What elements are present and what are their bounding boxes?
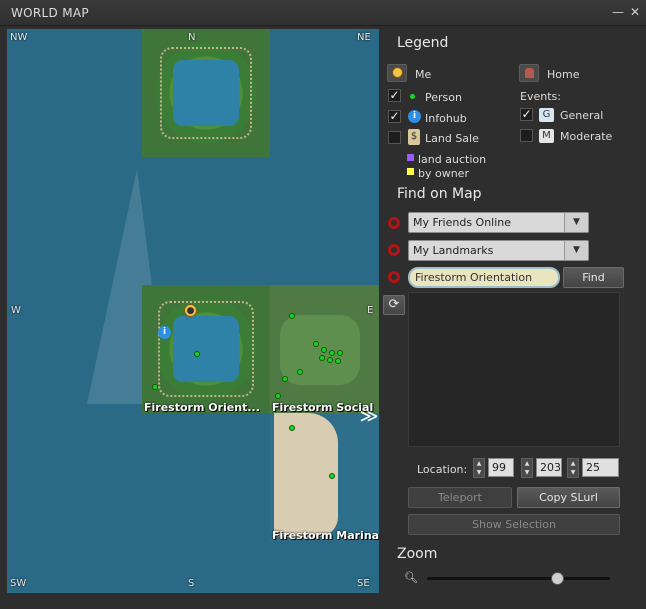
compass-w: W [11, 305, 21, 316]
copy-slurl-button[interactable]: Copy SLurl [517, 487, 620, 508]
person-dot[interactable] [337, 350, 343, 356]
person-dot-icon [410, 94, 415, 99]
friends-dropdown[interactable]: My Friends Online ▼ [408, 212, 589, 233]
person-dot[interactable] [289, 313, 295, 319]
title-bar[interactable]: WORLD MAP — ✕ [0, 0, 646, 26]
compass-ne: NE [357, 32, 371, 43]
location-label: Location: [417, 463, 468, 476]
general-event-icon: G [539, 108, 554, 122]
land-sale-checkbox[interactable] [388, 131, 401, 144]
expand-map-button[interactable]: ≫ [356, 407, 379, 429]
legend-moderate-label: Moderate [560, 130, 613, 143]
person-dot[interactable] [152, 384, 158, 390]
landmarks-dropdown-value: My Landmarks [413, 244, 494, 257]
map-region-marina[interactable] [270, 413, 379, 541]
world-map-canvas[interactable]: NW N NE W E SW S SE Firestorm Orient... … [7, 29, 379, 593]
person-dot[interactable] [282, 376, 288, 382]
find-button[interactable]: Find [563, 267, 624, 288]
home-button[interactable] [519, 64, 539, 82]
location-z-stepper[interactable]: ▲ ▼ [567, 458, 579, 478]
moderate-events-checkbox[interactable] [520, 129, 533, 142]
chevron-down-icon[interactable]: ▼ [564, 241, 588, 260]
person-dot[interactable] [275, 393, 281, 399]
friends-dropdown-value: My Friends Online [413, 216, 512, 229]
compass-se: SE [357, 578, 370, 589]
compass-n: N [188, 32, 196, 43]
side-panel: Legend Me Home ✓ Person ✓ i Infohub $ La… [382, 26, 646, 609]
legend-land-auction: land auction [418, 153, 487, 166]
zoom-in-icon: 🔍︎ [404, 571, 418, 584]
person-dot[interactable] [297, 369, 303, 375]
legend-title: Legend [397, 35, 449, 51]
infohub-marker-icon[interactable]: i [158, 326, 171, 339]
location-y-stepper[interactable]: ▲ ▼ [521, 458, 533, 478]
minimize-icon[interactable]: — [612, 6, 624, 18]
compass-s: S [188, 578, 195, 589]
person-dot[interactable] [321, 347, 327, 353]
teleport-button[interactable]: Teleport [408, 487, 512, 508]
zoom-slider-track[interactable] [427, 577, 610, 580]
chevron-down-icon[interactable]: ▼ [564, 213, 588, 232]
by-owner-swatch [407, 168, 414, 175]
person-dot[interactable] [329, 473, 335, 479]
compass-sw: SW [10, 578, 27, 589]
me-button[interactable] [387, 64, 407, 82]
trail [158, 301, 254, 397]
terrain [280, 315, 360, 385]
trail [160, 47, 252, 139]
person-dot[interactable] [335, 358, 341, 364]
window-title: WORLD MAP [11, 6, 89, 20]
location-x-field[interactable]: 99 [488, 458, 514, 477]
moderate-event-icon: M [539, 129, 554, 143]
legend-home-label: Home [547, 68, 580, 81]
events-label: Events: [520, 90, 561, 103]
zoom-slider-knob[interactable] [550, 572, 564, 585]
home-icon [525, 68, 534, 78]
person-dot[interactable] [313, 341, 319, 347]
person-dot[interactable] [289, 425, 295, 431]
search-results-list[interactable] [408, 292, 620, 447]
me-marker-icon[interactable]: ● [184, 304, 197, 317]
land-sale-icon: $ [408, 129, 420, 145]
region-label-orientation: Firestorm Orient... [144, 401, 260, 414]
person-dot[interactable] [329, 350, 335, 356]
map-region-north[interactable] [142, 29, 270, 157]
legend-general-label: General [560, 109, 604, 122]
location-x-stepper[interactable]: ▲ ▼ [473, 458, 485, 478]
legend-person-label: Person [425, 91, 462, 104]
compass-nw: NW [10, 32, 28, 43]
region-label-marina: Firestorm Marina [272, 529, 379, 542]
legend-infohub-label: Infohub [425, 112, 467, 125]
compass-e: E [367, 305, 374, 316]
zoom-title: Zoom [397, 546, 438, 562]
map-region-orientation[interactable] [142, 285, 270, 413]
landmark-marker-icon [388, 244, 400, 256]
person-dot[interactable] [327, 357, 333, 363]
person-dot[interactable] [319, 355, 325, 361]
show-selection-button[interactable]: Show Selection [408, 514, 620, 535]
landmarks-dropdown[interactable]: My Landmarks ▼ [408, 240, 589, 261]
auction-swatch [407, 154, 414, 161]
avatar-icon [392, 67, 403, 78]
legend-by-owner: by owner [418, 167, 469, 180]
refresh-icon[interactable]: ⟳ [383, 295, 405, 315]
close-icon[interactable]: ✕ [630, 6, 640, 18]
person-checkbox[interactable]: ✓ [388, 89, 401, 102]
location-y-field[interactable]: 203 [536, 458, 562, 477]
legend-land-sale-label: Land Sale [425, 132, 479, 145]
search-marker-icon [388, 271, 400, 283]
location-z-field[interactable]: 25 [582, 458, 619, 477]
person-dot[interactable] [194, 351, 200, 357]
find-on-map-title: Find on Map [397, 186, 482, 202]
legend-me-label: Me [415, 68, 432, 81]
info-icon: i [408, 110, 421, 123]
region-search-input[interactable]: Firestorm Orientation [408, 267, 560, 288]
infohub-checkbox[interactable]: ✓ [388, 110, 401, 123]
friends-marker-icon [388, 217, 400, 229]
general-events-checkbox[interactable]: ✓ [520, 108, 533, 121]
